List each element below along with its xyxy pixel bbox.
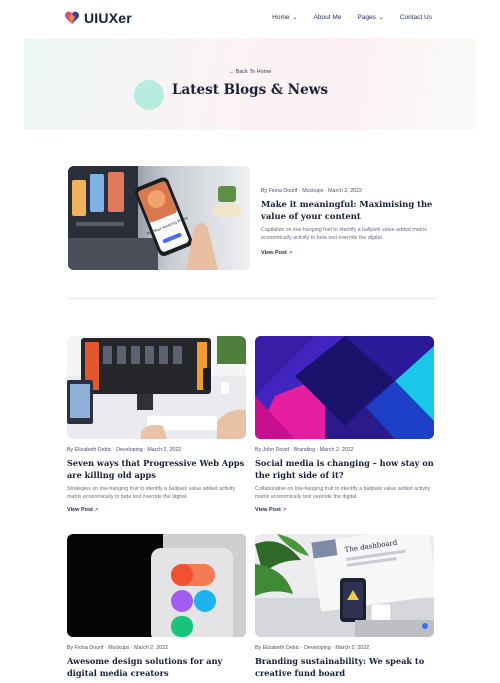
hero-banner: ← Back To Home Latest Blogs & News: [24, 38, 476, 130]
post-image[interactable]: [67, 534, 246, 637]
view-post-link[interactable]: View Post ↗: [261, 250, 293, 256]
post-title[interactable]: Awesome design solutions for any digital…: [67, 655, 247, 679]
nav-about-label: About Me: [313, 14, 342, 21]
site-header: UIUXer Home ⌄ About Me Pages ⌄ Contact U…: [0, 0, 500, 38]
post-meta: By Elizabeth Debic · Developing · March …: [67, 447, 182, 453]
post-meta: By Fiona Dourif · Mockups · March 2, 202…: [67, 645, 168, 651]
logo-heart-icon: [64, 11, 80, 24]
featured-post-image[interactable]: The Most Amazing Places: [68, 166, 250, 270]
post-title[interactable]: Seven ways that Progressive Web Apps are…: [67, 457, 247, 481]
post-title[interactable]: Social media is changing – how stay on t…: [255, 457, 435, 481]
nav-contact[interactable]: Contact Us: [400, 14, 432, 21]
back-to-home-link[interactable]: ← Back To Home: [24, 69, 476, 75]
post-image[interactable]: [255, 336, 434, 439]
arrow-up-right-icon: ↗: [282, 507, 287, 513]
post-image[interactable]: The dashboard: [255, 534, 434, 637]
view-post-link[interactable]: View Post ↗: [67, 507, 99, 513]
logo[interactable]: UIUXer: [64, 10, 132, 26]
post-excerpt: Strategies on low-hanging fruit to ident…: [67, 486, 236, 500]
nav-home-label: Home: [272, 14, 290, 21]
main-nav: Home ⌄ About Me Pages ⌄ Contact Us: [272, 14, 432, 21]
chevron-down-icon: ⌄: [378, 14, 384, 21]
view-post-link[interactable]: View Post ↗: [255, 507, 287, 513]
logo-text: UIUXer: [84, 10, 132, 26]
arrow-up-right-icon: ↗: [288, 250, 293, 256]
view-post-label: View Post: [261, 250, 287, 256]
post-meta: By Fiona Dourif · Mockups · March 2, 202…: [261, 188, 362, 194]
chevron-down-icon: ⌄: [292, 14, 298, 21]
post-meta: By Elizabeth Debic · Developing · March …: [255, 645, 370, 651]
nav-contact-label: Contact Us: [399, 14, 432, 21]
page-title: Latest Blogs & News: [172, 82, 328, 98]
post-title[interactable]: Make it meaningful: Maximising the value…: [261, 198, 441, 222]
post-excerpt: Capitalize on low-hanging fruit to ident…: [261, 227, 427, 241]
post-title[interactable]: Branding sustainability: We speak to cre…: [255, 655, 435, 679]
view-post-label: View Post: [67, 507, 93, 513]
view-post-label: View Post: [255, 507, 281, 513]
nav-pages[interactable]: Pages ⌄: [357, 14, 383, 21]
nav-about[interactable]: About Me: [314, 14, 342, 21]
section-divider: [68, 298, 436, 299]
nav-home[interactable]: Home ⌄: [272, 14, 297, 21]
post-excerpt: Collaborative on low-hanging fruit to id…: [255, 486, 431, 500]
nav-pages-label: Pages: [357, 14, 376, 21]
post-image[interactable]: [67, 336, 246, 439]
post-meta: By John Dovid · Branding · March 2, 2022: [255, 447, 354, 453]
arrow-up-right-icon: ↗: [94, 507, 99, 513]
